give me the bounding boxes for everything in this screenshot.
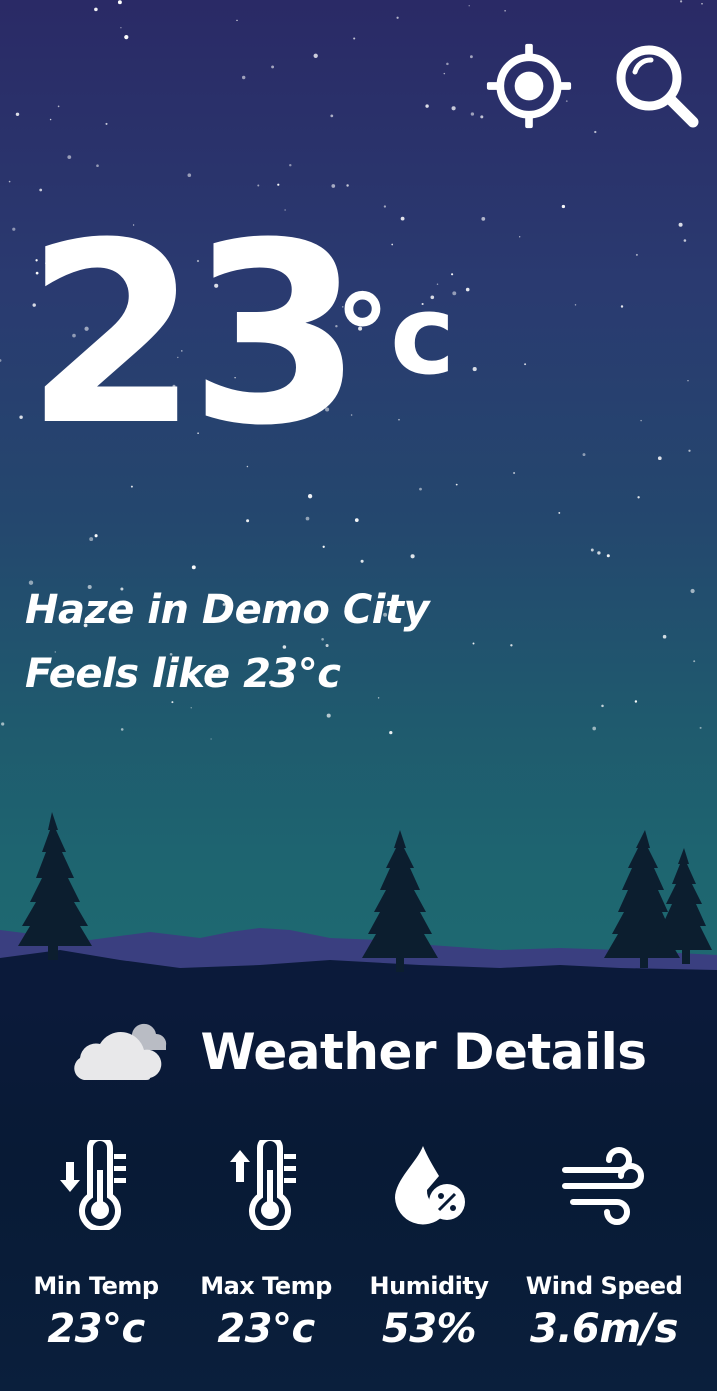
detail-label: Humidity xyxy=(369,1272,489,1300)
weather-description: Haze in Demo City xyxy=(25,587,430,633)
thermometer-up-icon xyxy=(230,1140,296,1230)
top-toolbar xyxy=(485,40,701,132)
weather-details-grid: Min Temp 23°c Max Temp 23°c Humidity 53%… xyxy=(0,1140,717,1370)
search-icon xyxy=(616,45,699,128)
detail-wind-speed: Wind Speed 3.6m/s xyxy=(518,1140,690,1352)
temperature-unit: °c xyxy=(335,271,456,399)
weather-details-header: Weather Details xyxy=(0,1020,717,1084)
crosshair-location-icon xyxy=(486,43,572,129)
location-button[interactable] xyxy=(485,40,573,132)
current-temperature: 23 xyxy=(25,189,363,480)
detail-label: Max Temp xyxy=(200,1272,332,1300)
humidity-drop-icon xyxy=(395,1146,465,1225)
weather-details-title: Weather Details xyxy=(200,1023,647,1081)
detail-value: 23°c xyxy=(217,1306,315,1352)
search-button[interactable] xyxy=(613,40,701,132)
detail-value: 53% xyxy=(381,1306,477,1352)
cloud-icon xyxy=(74,1023,167,1080)
tree-left xyxy=(18,812,92,960)
detail-label: Wind Speed xyxy=(525,1272,683,1300)
detail-min-temp: Min Temp 23°c xyxy=(11,1140,181,1352)
detail-value: 23°c xyxy=(47,1306,145,1352)
wind-icon xyxy=(562,1147,644,1225)
detail-value: 3.6m/s xyxy=(530,1306,678,1352)
thermometer-down-icon xyxy=(60,1140,126,1230)
tree-center xyxy=(362,830,438,972)
detail-label: Min Temp xyxy=(33,1272,159,1300)
detail-humidity: Humidity 53% xyxy=(344,1140,514,1352)
detail-max-temp: Max Temp 23°c xyxy=(181,1140,351,1352)
landscape-silhouette xyxy=(0,812,717,1020)
weather-summary: Haze in Demo City Feels like 23°c xyxy=(25,578,430,706)
feels-like-text: Feels like 23°c xyxy=(25,651,341,697)
